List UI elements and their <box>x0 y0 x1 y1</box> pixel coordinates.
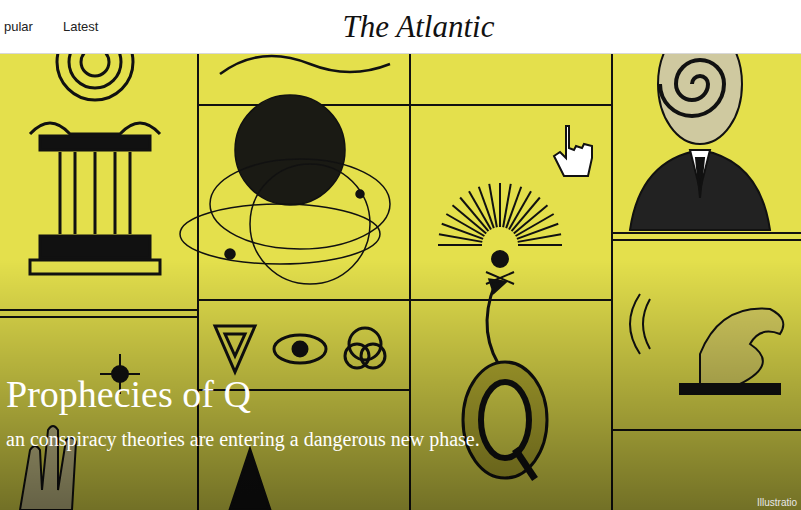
site-header: pular Latest The Atlantic <box>0 0 801 54</box>
image-credit: Illustratio <box>757 497 797 508</box>
site-nav: pular Latest <box>4 19 307 34</box>
hero-caption: Prophecies of Q an conspiracy theories ar… <box>6 372 781 452</box>
nav-link[interactable]: Latest <box>63 19 98 34</box>
dek: an conspiracy theories are entering a da… <box>6 426 781 452</box>
nav-link[interactable]: pular <box>4 19 33 34</box>
hero-shade <box>0 54 801 510</box>
article-page: pular Latest The Atlantic Prophecies of Q an… <box>0 0 801 510</box>
headline[interactable]: Prophecies of Q <box>6 372 781 418</box>
site-logo[interactable]: The Atlantic <box>307 9 495 45</box>
grid-lines <box>0 54 801 510</box>
hero: Prophecies of Q an conspiracy theories ar… <box>0 54 801 510</box>
